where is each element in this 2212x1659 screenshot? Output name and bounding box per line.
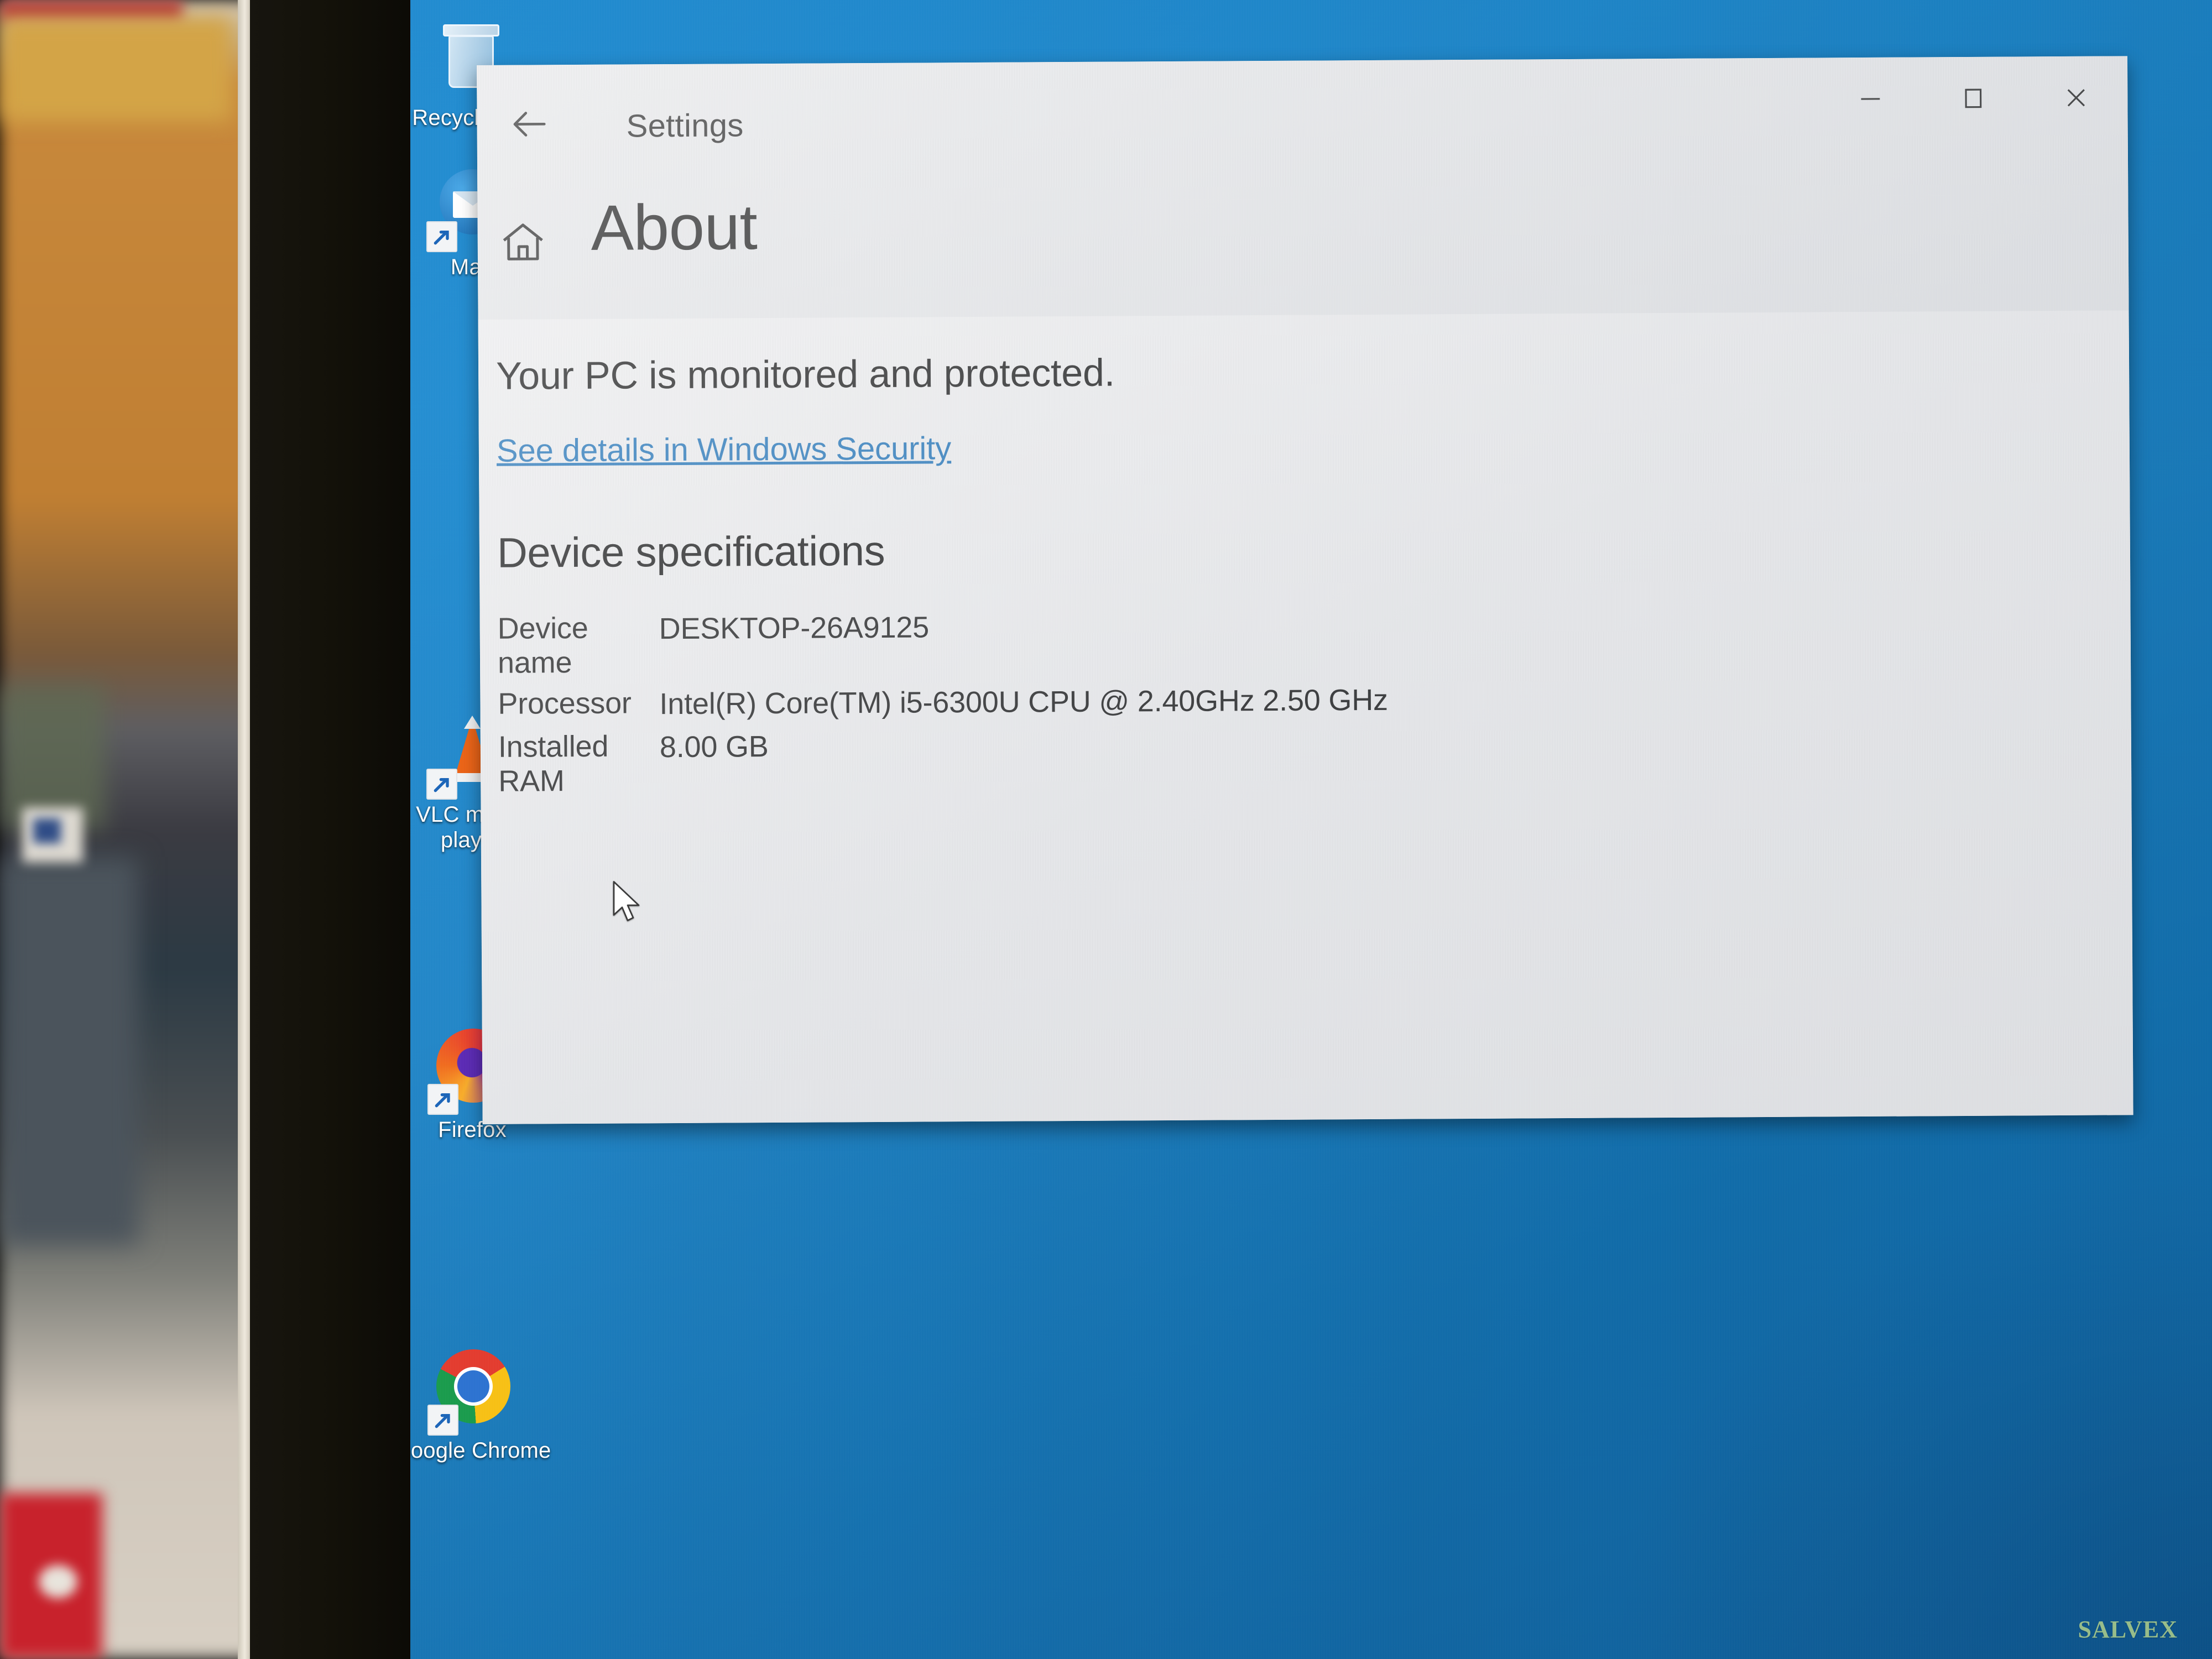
background-paper-tag-label	[33, 818, 61, 843]
background-grey-shelf	[0, 857, 138, 1244]
minimize-button[interactable]	[1819, 57, 1922, 140]
protection-status-text: Your PC is monitored and protected.	[495, 351, 1115, 398]
spec-value-installed-ram: 8.00 GB	[659, 730, 769, 764]
spec-value-processor: Intel(R) Core(TM) i5-6300U CPU @ 2.40GHz…	[659, 683, 1389, 721]
home-icon	[503, 223, 543, 260]
settings-window: Settings About Your PC is monitored and …	[477, 56, 2133, 1124]
desktop-icon-label: Google Chrome	[410, 1438, 551, 1463]
maximize-button[interactable]	[1922, 56, 2025, 140]
table-row: Device name DESKTOP-26A9125	[498, 602, 2131, 680]
spec-key-device-name: Device name	[497, 611, 588, 680]
spec-key-installed-ram: Installed RAM	[498, 729, 609, 798]
table-row: Installed RAM 8.00 GB	[498, 721, 2132, 798]
background-orange-box	[0, 17, 232, 122]
back-button[interactable]	[493, 93, 566, 155]
shortcut-overlay-icon	[426, 221, 457, 252]
shortcut-overlay-icon	[426, 769, 457, 800]
about-content: Your PC is monitored and protected. See …	[478, 310, 2133, 1124]
table-row: Processor Intel(R) Core(TM) i5-6300U CPU…	[498, 677, 2131, 723]
spec-value-device-name: DESKTOP-26A9125	[659, 611, 930, 646]
screen-vignette	[1604, 1161, 2212, 1659]
home-button[interactable]	[489, 208, 556, 275]
close-button[interactable]	[2025, 56, 2128, 139]
back-arrow-icon	[513, 112, 546, 137]
shortcut-overlay-icon	[427, 1084, 458, 1115]
salvex-watermark: SALVEX	[2078, 1616, 2178, 1643]
device-specifications-heading: Device specifications	[497, 527, 885, 577]
monitor-bezel	[250, 0, 417, 1659]
mouse-cursor	[611, 879, 644, 926]
close-icon	[2067, 89, 2085, 107]
device-specifications-table: Device name DESKTOP-26A9125 Processor In…	[498, 602, 2132, 798]
spec-key-processor: Processor	[498, 686, 632, 721]
window-titlebar[interactable]: Settings	[477, 56, 2128, 204]
minimize-icon	[1861, 98, 1880, 100]
page-header: About	[477, 191, 2129, 320]
windows-security-link[interactable]: See details in Windows Security	[497, 430, 952, 469]
chrome-icon	[427, 1349, 514, 1436]
window-title: Settings	[626, 107, 744, 144]
background-white-object	[39, 1565, 77, 1598]
maximize-icon	[1965, 88, 1982, 108]
window-controls	[1819, 56, 2128, 140]
photo-of-monitor: Recycle Bin Mail VLC media player Firefo…	[0, 0, 2212, 1659]
shortcut-overlay-icon	[427, 1405, 458, 1436]
page-title: About	[591, 191, 758, 264]
desktop-icon-google-chrome[interactable]: Google Chrome	[410, 1349, 551, 1463]
